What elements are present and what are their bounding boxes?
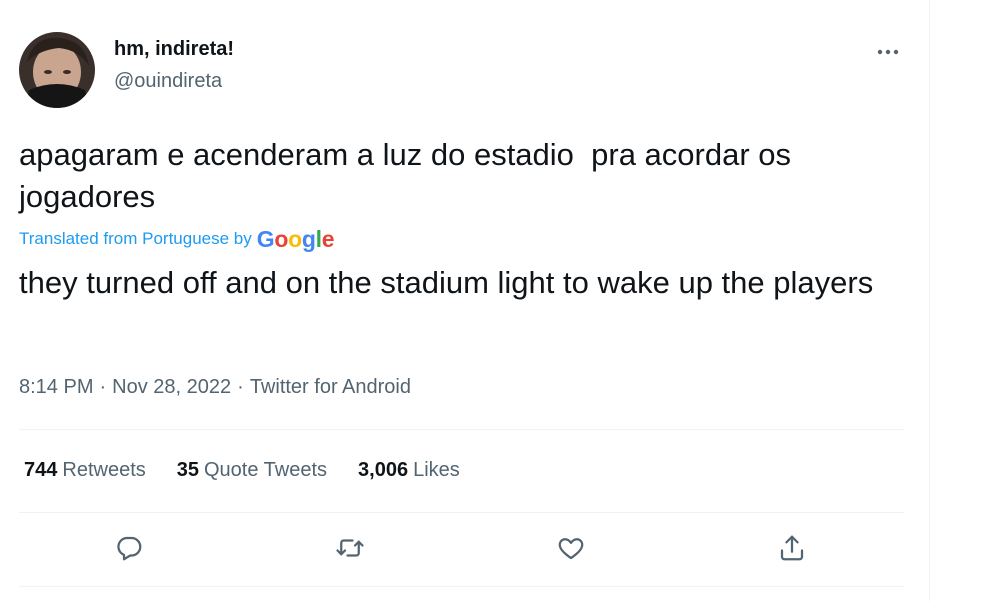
retweets-stat[interactable]: 744 Retweets [24,459,146,482]
quote-tweets-label: Quote Tweets [204,458,328,481]
quote-tweets-count: 35 [176,458,199,481]
reply-button[interactable] [107,528,151,572]
likes-label: Likes [413,458,460,481]
tweet-time[interactable]: 8:14 PM [19,376,93,399]
retweet-button[interactable] [328,528,372,572]
translation-label[interactable]: Translated from Portuguese by [19,229,252,249]
divider [19,586,904,587]
share-icon [777,533,807,568]
quote-tweets-stat[interactable]: 35 Quote Tweets [177,459,327,482]
tweet-date[interactable]: Nov 28, 2022 [112,376,231,399]
share-button[interactable] [770,528,814,572]
heart-icon [556,533,586,568]
tweet-text: apagaram e acenderam a luz do estadio pr… [19,137,800,214]
like-button[interactable] [549,528,593,572]
more-dots-icon [876,43,900,61]
author-display-name[interactable]: hm, indireta! [114,38,234,61]
tweet-actions [19,528,904,572]
translated-text: they turned off and on the stadium light… [19,265,874,300]
avatar[interactable] [19,32,95,108]
translation-attribution: Translated from Portuguese by Google [19,226,334,252]
divider [19,429,904,430]
tweet-meta: 8:14 PM · Nov 28, 2022 · Twitter for And… [19,374,411,400]
meta-separator: · [99,375,107,398]
tweet-detail: hm, indireta! @ouindireta apagaram e ace… [19,0,904,601]
tweet-page: hm, indireta! @ouindireta apagaram e ace… [0,0,999,601]
tweet-stats: 744 Retweets 35 Quote Tweets 3,006 Likes [24,456,491,484]
column-divider [929,0,930,601]
author-handle[interactable]: @ouindireta [114,70,222,93]
retweet-icon [334,533,366,568]
meta-separator: · [237,375,244,398]
retweets-count: 744 [24,458,58,481]
likes-count: 3,006 [358,458,409,481]
more-options-button[interactable] [872,40,904,64]
google-logo: Google [256,226,335,252]
tweet-source: Twitter for Android [249,375,411,398]
reply-icon [114,533,144,568]
divider [19,512,904,513]
retweets-label: Retweets [62,458,146,481]
likes-stat[interactable]: 3,006 Likes [358,459,460,482]
